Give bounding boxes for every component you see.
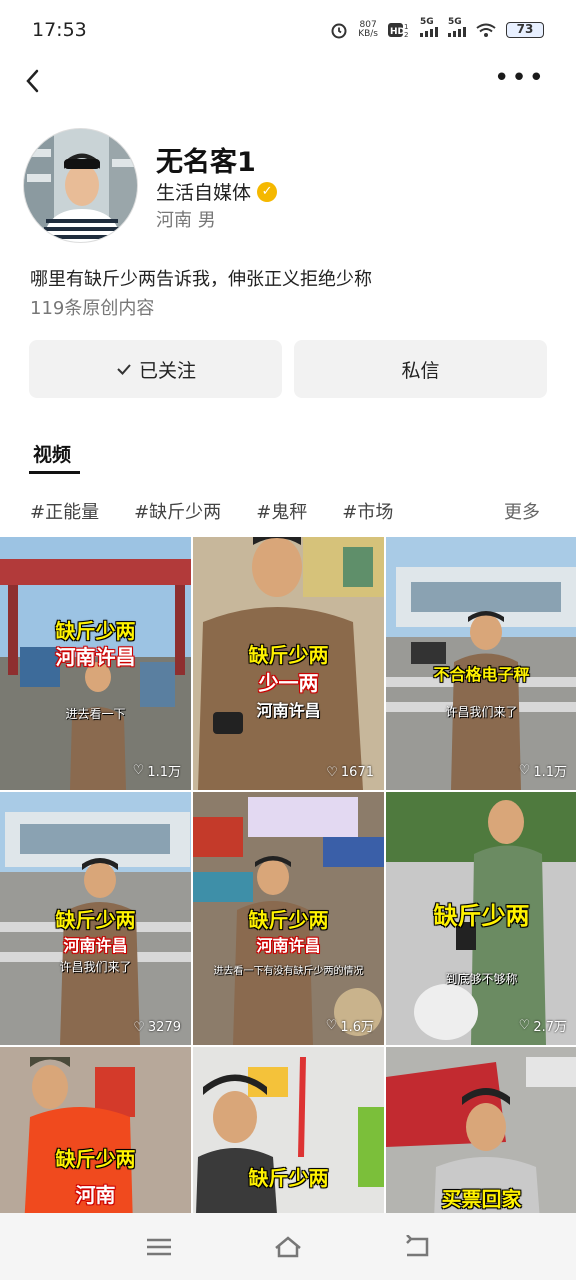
- video-tile[interactable]: 缺斤少两: [193, 1047, 384, 1213]
- video-likes: ♡ 1671: [326, 765, 374, 780]
- tag-item[interactable]: #市场: [342, 498, 393, 524]
- signal-2-icon: 5G: [448, 17, 466, 37]
- status-icons: 807 KB/s HD 1 2 5G 5G 73: [330, 17, 544, 39]
- video-tile[interactable]: 不合格电子秤 许昌我们来了 ♡ 1.1万: [386, 537, 576, 790]
- video-likes: ♡ 1.1万: [518, 763, 567, 780]
- profile-name: 无名客1: [156, 147, 256, 178]
- video-tile[interactable]: 缺斤少两 河南许昌 许昌我们来了 ♡ 3279: [0, 792, 191, 1045]
- svg-text:1: 1: [404, 23, 408, 31]
- home-icon[interactable]: [273, 1235, 303, 1259]
- system-nav-bar: [0, 1213, 576, 1280]
- tag-item[interactable]: #鬼秤: [256, 498, 307, 524]
- back-arrow-icon[interactable]: [18, 66, 48, 96]
- video-tile[interactable]: 缺斤少两 河南许昌 进去看一下 ♡ 1.1万: [0, 537, 191, 790]
- original-count: 119条原创内容: [30, 298, 155, 319]
- video-caption: 不合格电子秤: [433, 665, 530, 684]
- profile-bio: 哪里有缺斤少两告诉我，伸张正义拒绝少称: [30, 269, 372, 290]
- video-tile[interactable]: 缺斤少两 河南: [0, 1047, 191, 1213]
- tag-item[interactable]: #缺斤少两: [134, 498, 221, 524]
- following-label: 已关注: [138, 359, 196, 382]
- top-nav: •••: [0, 58, 576, 106]
- status-time: 17:53: [32, 19, 87, 41]
- video-tile[interactable]: 缺斤少两 河南许昌 进去看一下有没有缺斤少两的情况 ♡ 1.6万: [193, 792, 384, 1045]
- video-subtitle: 进去看一下: [65, 707, 126, 721]
- heart-icon: ♡: [325, 1018, 338, 1033]
- video-caption: 缺斤少两: [248, 1166, 329, 1190]
- tag-item[interactable]: #正能量: [30, 498, 99, 524]
- heart-icon: ♡: [326, 765, 338, 780]
- video-caption-secondary: 少一两: [258, 671, 319, 695]
- avatar[interactable]: [23, 128, 138, 243]
- back-nav-icon[interactable]: [403, 1234, 431, 1259]
- video-likes: ♡ 2.7万: [518, 1018, 567, 1035]
- svg-text:HD: HD: [390, 27, 405, 37]
- profile-location: 河南 男: [156, 210, 216, 231]
- video-subtitle: 到底够不够称: [445, 972, 518, 986]
- check-icon: [117, 364, 131, 375]
- menu-icon[interactable]: [145, 1236, 173, 1258]
- video-likes: ♡ 1.1万: [132, 763, 181, 780]
- wifi-icon: [476, 23, 496, 37]
- video-tile[interactable]: 买票回家: [386, 1047, 576, 1213]
- video-subtitle: 进去看一下有没有缺斤少两的情况: [213, 966, 364, 977]
- video-caption: 缺斤少两: [55, 619, 136, 643]
- verify-row: 生活自媒体 ✓: [156, 178, 278, 205]
- tab-underline: [29, 471, 80, 474]
- video-likes: ♡ 3279: [133, 1020, 181, 1035]
- video-caption: 缺斤少两: [55, 908, 136, 932]
- battery-indicator: 73: [506, 22, 544, 38]
- svg-text:2: 2: [404, 31, 408, 38]
- hd-icon: HD12: [388, 23, 408, 38]
- video-tile[interactable]: 缺斤少两 少一两 河南许昌 ♡ 1671: [193, 537, 384, 790]
- status-bar: 17:53 807 KB/s HD 1 2 5G 5G 73: [0, 0, 576, 60]
- video-subtitle: 许昌我们来了: [445, 705, 518, 719]
- net-speed: 807 KB/s: [358, 20, 378, 39]
- video-subtitle: 许昌我们来了: [59, 960, 132, 974]
- tags-more-button[interactable]: 更多: [504, 498, 540, 524]
- heart-icon: ♡: [518, 763, 531, 778]
- video-grid: 缺斤少两 河南许昌 进去看一下 ♡ 1.1万 缺斤少两 少一两 河南许昌 ♡ 167…: [0, 537, 576, 1213]
- video-caption: 缺斤少两: [55, 1147, 136, 1171]
- following-button[interactable]: 已关注: [29, 340, 282, 398]
- tag-bar: #正能量 #缺斤少两 #鬼秤 #市场 更多: [30, 498, 546, 524]
- video-likes: ♡ 1.6万: [325, 1018, 374, 1035]
- video-tile[interactable]: 缺斤少两 到底够不够称 ♡ 2.7万: [386, 792, 576, 1045]
- verify-label: 生活自媒体: [156, 182, 252, 204]
- alarm-icon: [331, 23, 347, 39]
- video-caption: 缺斤少两: [248, 643, 329, 667]
- heart-icon: ♡: [132, 763, 145, 778]
- more-options-icon[interactable]: •••: [494, 65, 546, 91]
- message-label: 私信: [401, 359, 440, 382]
- video-caption-secondary: 河南许昌: [256, 936, 321, 955]
- message-button[interactable]: 私信: [294, 340, 547, 398]
- signal-1-icon: 5G: [420, 17, 438, 37]
- video-caption-secondary: 河南许昌: [63, 936, 128, 955]
- video-caption: 买票回家: [441, 1187, 522, 1211]
- video-caption: 缺斤少两: [433, 902, 530, 930]
- video-subtitle: 河南许昌: [256, 701, 321, 720]
- heart-icon: ♡: [518, 1018, 531, 1033]
- tab-video[interactable]: 视频: [33, 440, 71, 467]
- video-caption-secondary: 河南许昌: [55, 645, 136, 669]
- verified-check-icon: ✓: [257, 181, 278, 202]
- video-caption: 缺斤少两: [248, 908, 329, 932]
- heart-icon: ♡: [133, 1020, 145, 1035]
- video-caption-secondary: 河南: [75, 1183, 116, 1207]
